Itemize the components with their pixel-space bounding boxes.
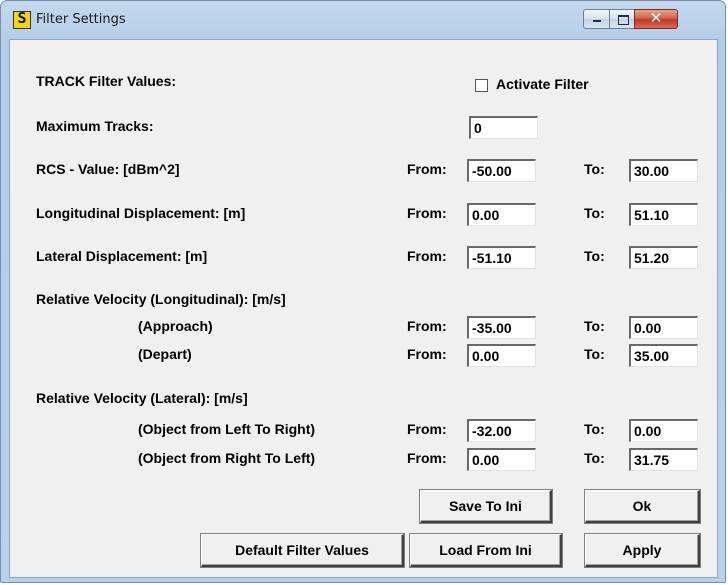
track-filter-values-heading: TRACK Filter Values: — [36, 73, 177, 89]
right-to-left-label: (Object from Right To Left) — [138, 450, 316, 466]
approach-label: (Approach) — [138, 318, 213, 334]
rtl-from-label: From: — [407, 450, 447, 466]
approach-from-label: From: — [407, 318, 447, 334]
depart-label: (Depart) — [138, 346, 192, 362]
lateral-displacement-label: Lateral Displacement: [m] — [36, 248, 208, 264]
default-filter-values-button[interactable]: Default Filter Values — [200, 533, 405, 568]
depart-from-input[interactable]: 0.00 — [467, 344, 536, 367]
maximum-tracks-label: Maximum Tracks: — [36, 118, 154, 134]
rcs-value-label: RCS - Value: [dBm^2] — [36, 161, 180, 177]
long-disp-to-label: To: — [584, 205, 605, 221]
long-disp-from-label: From: — [407, 205, 447, 221]
ltr-to-label: To: — [584, 421, 605, 437]
ltr-from-label: From: — [407, 421, 447, 437]
left-to-right-label: (Object from Left To Right) — [138, 421, 316, 437]
lat-disp-from-input[interactable]: -51.10 — [467, 246, 536, 269]
window-title: Filter Settings — [36, 12, 126, 27]
approach-from-input[interactable]: -35.00 — [467, 316, 536, 339]
maximize-button[interactable] — [609, 9, 635, 29]
apply-button[interactable]: Apply — [584, 533, 701, 568]
title-bar[interactable]: S Filter Settings ✕ — [1, 1, 725, 39]
ok-button[interactable]: Ok — [584, 489, 701, 524]
activate-filter-checkbox[interactable] — [475, 79, 488, 92]
minimize-button[interactable] — [583, 9, 610, 29]
long-disp-from-input[interactable]: 0.00 — [467, 203, 536, 226]
ltr-to-input[interactable]: 0.00 — [629, 419, 698, 442]
close-icon: ✕ — [649, 9, 663, 27]
rtl-from-input[interactable]: 0.00 — [467, 448, 536, 471]
app-logo-letter: S — [17, 9, 27, 27]
minimize-icon — [593, 20, 601, 22]
approach-to-input[interactable]: 0.00 — [629, 316, 698, 339]
depart-from-label: From: — [407, 346, 447, 362]
filter-settings-window: S Filter Settings ✕ TRACK Filter Values:… — [0, 0, 726, 583]
load-from-ini-button[interactable]: Load From Ini — [409, 533, 563, 568]
rel-velocity-longitudinal-label: Relative Velocity (Longitudinal): [m/s] — [36, 291, 286, 307]
depart-to-label: To: — [584, 346, 605, 362]
ltr-from-input[interactable]: -32.00 — [467, 419, 536, 442]
rcs-from-label: From: — [407, 161, 447, 177]
lat-disp-to-input[interactable]: 51.20 — [629, 246, 698, 269]
rcs-from-input[interactable]: -50.00 — [467, 159, 536, 182]
app-logo-icon: S — [13, 9, 31, 29]
lat-disp-to-label: To: — [584, 248, 605, 264]
rtl-to-input[interactable]: 31.75 — [629, 448, 698, 471]
maximize-icon — [618, 15, 629, 25]
maximum-tracks-input[interactable]: 0 — [469, 116, 538, 139]
depart-to-input[interactable]: 35.00 — [629, 344, 698, 367]
rtl-to-label: To: — [584, 450, 605, 466]
activate-filter-label[interactable]: Activate Filter — [496, 76, 589, 92]
lat-disp-from-label: From: — [407, 248, 447, 264]
rel-velocity-lateral-label: Relative Velocity (Lateral): [m/s] — [36, 390, 248, 406]
longitudinal-displacement-label: Longitudinal Displacement: [m] — [36, 205, 246, 221]
long-disp-to-input[interactable]: 51.10 — [629, 203, 698, 226]
rcs-to-input[interactable]: 30.00 — [629, 159, 698, 182]
dialog-client-area: TRACK Filter Values: Activate Filter Max… — [9, 39, 718, 578]
approach-to-label: To: — [584, 318, 605, 334]
save-to-ini-button[interactable]: Save To Ini — [419, 489, 553, 524]
rcs-to-label: To: — [584, 161, 605, 177]
close-button[interactable]: ✕ — [634, 9, 678, 29]
